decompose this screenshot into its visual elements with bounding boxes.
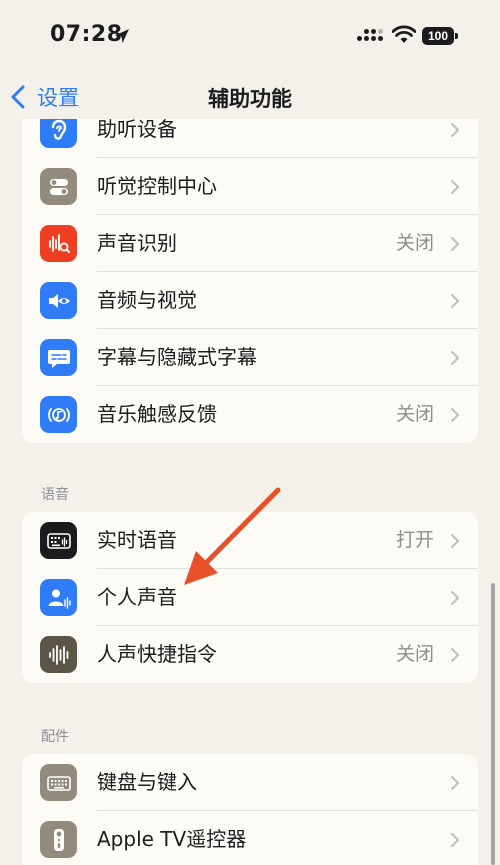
chevron-right-icon xyxy=(450,647,460,663)
list-item-apple-tv-remote[interactable]: Apple TV遥控器 xyxy=(22,811,478,865)
list-item-label: 听觉控制中心 xyxy=(97,174,217,198)
list-item-personal-voice[interactable]: 个人声音 xyxy=(22,569,478,626)
status-value: 关闭 xyxy=(395,643,434,665)
toggles-icon xyxy=(40,168,77,205)
section-header-speech: 语音 xyxy=(41,487,69,503)
list-item-label: 键盘与键入 xyxy=(97,770,197,794)
remote-icon xyxy=(40,821,77,858)
status-value: 打开 xyxy=(395,529,434,551)
chevron-right-icon xyxy=(450,293,460,309)
list-item-subtitles-captions[interactable]: 字幕与隐藏式字幕 xyxy=(22,329,478,386)
scrollbar[interactable] xyxy=(491,583,495,865)
list-item-label: 人声快捷指令 xyxy=(97,642,217,666)
list-item-live-speech[interactable]: 实时语音 打开 xyxy=(22,512,478,569)
speaker-eye-icon xyxy=(40,282,77,319)
list-item-label: 实时语音 xyxy=(97,528,177,552)
status-time: 07:28 xyxy=(50,22,123,47)
list-item-audio-visual[interactable]: 音频与视觉 xyxy=(22,272,478,329)
list-item-hearing-devices[interactable]: 助听设备 xyxy=(22,119,478,158)
chevron-right-icon xyxy=(450,407,460,423)
chevron-right-icon xyxy=(450,179,460,195)
navigation-bar: 设置 辅助功能 xyxy=(0,75,500,119)
keyboard-waveform-icon xyxy=(40,522,77,559)
list-item-label: 音乐触感反馈 xyxy=(97,402,217,426)
waveform-icon xyxy=(40,636,77,673)
speech-group: 实时语音 打开 个人声音 人声快捷指令 关闭 xyxy=(22,512,478,683)
list-item-label: 声音识别 xyxy=(97,231,177,255)
chevron-right-icon xyxy=(450,533,460,549)
list-item-label: 个人声音 xyxy=(97,585,177,609)
waveform-search-icon xyxy=(40,225,77,262)
hearing-group: 助听设备 听觉控制中心 声音识别 关闭 音频与视觉 字幕与隐藏式字幕 音乐触感反… xyxy=(22,119,478,443)
wifi-icon xyxy=(392,25,416,43)
list-item-label: Apple TV遥控器 xyxy=(97,827,247,851)
caption-bubble-icon xyxy=(40,339,77,376)
page-title: 辅助功能 xyxy=(208,87,292,111)
chevron-right-icon xyxy=(450,775,460,791)
accessories-group: 键盘与键入 Apple TV遥控器 xyxy=(22,754,478,865)
chevron-right-icon xyxy=(450,350,460,366)
battery-level: 100 xyxy=(422,27,454,45)
cellular-signal-icon xyxy=(357,27,383,45)
list-item-label: 助听设备 xyxy=(97,119,177,141)
keyboard-icon xyxy=(40,764,77,801)
location-arrow-icon xyxy=(115,29,129,43)
list-item-keyboard[interactable]: 键盘与键入 xyxy=(22,754,478,811)
battery-icon: 100 xyxy=(422,27,458,45)
list-item-vocal-shortcuts[interactable]: 人声快捷指令 关闭 xyxy=(22,626,478,683)
status-bar: 07:28 100 xyxy=(0,0,500,75)
person-waveform-icon xyxy=(40,579,77,616)
ear-icon xyxy=(40,119,77,148)
chevron-right-icon xyxy=(450,236,460,252)
list-item-label: 字幕与隐藏式字幕 xyxy=(97,345,257,369)
chevron-right-icon xyxy=(450,590,460,606)
chevron-right-icon xyxy=(450,832,460,848)
list-item-hearing-control-center[interactable]: 听觉控制中心 xyxy=(22,158,478,215)
list-item-sound-recognition[interactable]: 声音识别 关闭 xyxy=(22,215,478,272)
section-header-accessories: 配件 xyxy=(41,729,69,745)
list-item-music-haptics[interactable]: 音乐触感反馈 关闭 xyxy=(22,386,478,443)
status-value: 关闭 xyxy=(395,403,434,425)
chevron-right-icon xyxy=(450,122,460,138)
status-value: 关闭 xyxy=(395,232,434,254)
settings-list[interactable]: 助听设备 听觉控制中心 声音识别 关闭 音频与视觉 字幕与隐藏式字幕 音乐触感反… xyxy=(0,119,500,865)
music-haptics-icon xyxy=(40,396,77,433)
list-item-label: 音频与视觉 xyxy=(97,288,197,312)
